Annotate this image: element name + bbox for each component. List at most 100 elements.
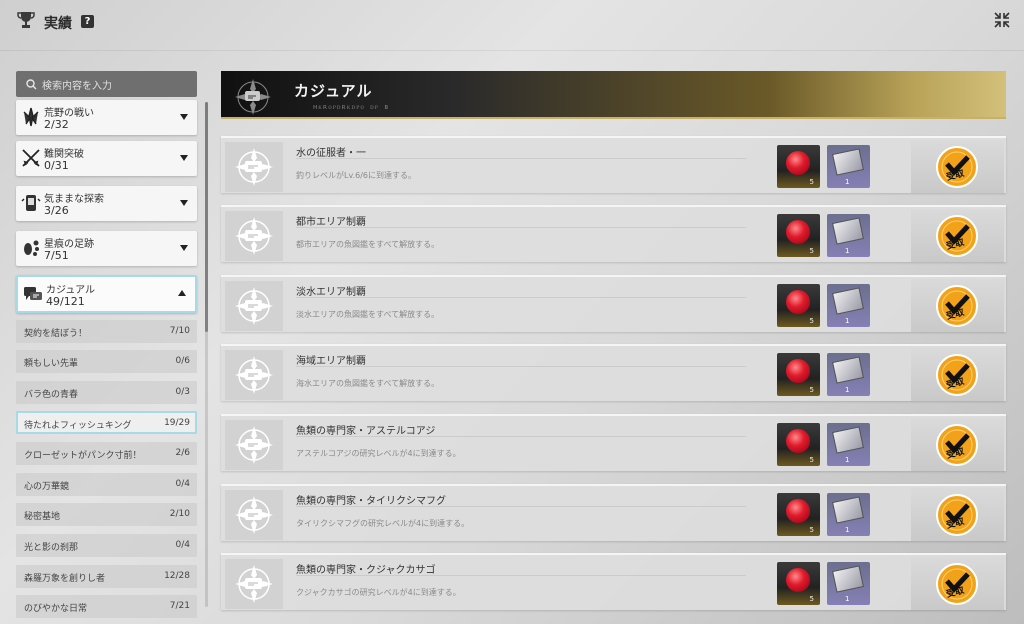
ticket-icon <box>832 287 864 315</box>
ticket-icon <box>832 356 864 384</box>
achievement-description: アステルコアジの研究レベルが4に到達する。 <box>296 449 461 458</box>
claim-button[interactable]: 受取 <box>911 418 1004 471</box>
banner-subtitle: ʜᴋʀᴏᴘᴅʀᴋᴅᴘᴏ ᴅᴘ ʙ <box>313 103 390 111</box>
chevron-down-icon <box>180 114 188 120</box>
banner-underline <box>221 117 1006 119</box>
reward-quantity: 5 <box>809 386 814 394</box>
achievement-icon-frame <box>225 281 283 331</box>
achievement-name: 水の征服者・一 <box>296 148 366 159</box>
red-gem-icon <box>786 151 810 175</box>
subcategory-count: 12/28 <box>164 571 190 581</box>
category-count: 0/31 <box>44 159 69 172</box>
claim-button[interactable]: 受取 <box>911 557 1004 610</box>
subcategory-name: 森羅万象を創りし者 <box>24 574 106 584</box>
achievement-divider <box>296 366 746 367</box>
subcategory-count: 0/6 <box>175 356 190 366</box>
claim-button[interactable]: 受取 <box>911 348 1004 401</box>
chevron-up-icon <box>178 290 186 296</box>
search-input[interactable]: 検索内容を入力 <box>16 71 197 97</box>
reward-gem[interactable]: 5 <box>777 562 820 605</box>
category-count: 49/121 <box>46 295 85 308</box>
subcategory-item[interactable]: のびやかな日常 7/21 <box>16 595 197 618</box>
subcategory-count: 2/6 <box>175 448 190 458</box>
reward-gem[interactable]: 5 <box>777 423 820 466</box>
reward-ticket[interactable]: 1 <box>827 145 870 188</box>
category-count: 2/32 <box>44 118 69 131</box>
achievement-icon-frame <box>225 211 283 261</box>
category-banner: カジュアル ʜᴋʀᴏᴘᴅʀᴋᴅᴘᴏ ᴅᴘ ʙ <box>221 71 1006 119</box>
category-wilderness-battle[interactable]: 荒野の戦い 2/32 <box>16 100 197 135</box>
chat-emblem-icon <box>235 496 273 534</box>
achievement-name: 海域エリア制覇 <box>296 356 366 367</box>
help-button[interactable]: ? <box>81 15 94 28</box>
subcategory-item[interactable]: 契約を結ぼう！ 7/10 <box>16 320 197 343</box>
achievement-description: 釣りレベルがLv.6/6に到達する。 <box>296 171 416 180</box>
red-gem-icon <box>786 220 810 244</box>
subcategory-item[interactable]: 光と影の刹那 0/4 <box>16 534 197 557</box>
category-name: 荒野の戦い <box>44 108 94 119</box>
category-name: 難関突破 <box>44 149 84 160</box>
reward-ticket[interactable]: 1 <box>827 493 870 536</box>
achievement-description: 海水エリアの魚図鑑をすべて解放する。 <box>296 379 440 388</box>
category-casual[interactable]: カジュアル 49/121 <box>16 275 197 313</box>
search-placeholder: 検索内容を入力 <box>42 80 112 92</box>
claim-button[interactable]: 受取 <box>911 488 1004 541</box>
category-exploration[interactable]: 気ままな探索 3/26 <box>16 186 197 221</box>
reward-quantity: 1 <box>845 178 850 186</box>
category-breakthrough[interactable]: 難関突破 0/31 <box>16 141 197 176</box>
reward-gem[interactable]: 5 <box>777 214 820 257</box>
search-icon <box>26 78 37 89</box>
red-gem-icon <box>786 359 810 383</box>
reward-quantity: 1 <box>845 317 850 325</box>
reward-gem[interactable]: 5 <box>777 493 820 536</box>
reward-quantity: 5 <box>809 595 814 603</box>
subcategory-item[interactable]: クローゼットがパンク寸前！ 2/6 <box>16 442 197 465</box>
subcategory-item[interactable]: バラ色の青春 0/3 <box>16 381 197 404</box>
subcategory-count: 0/3 <box>175 387 190 397</box>
subcategory-item-selected[interactable]: 待たれよフィッシュキング 19/29 <box>16 411 197 434</box>
chevron-down-icon <box>180 200 188 206</box>
subcategory-name: のびやかな日常 <box>24 604 88 614</box>
achievement-row: 魚類の専門家・アステルコアジ アステルコアジの研究レベルが4に到達する。 5 1… <box>221 414 1006 471</box>
category-star-footprints[interactable]: 星痕の足跡 7/51 <box>16 231 197 266</box>
subcategory-item[interactable]: 頼もしい先輩 0/6 <box>16 350 197 373</box>
category-count: 3/26 <box>44 204 69 217</box>
subcategory-count: 0/4 <box>175 479 190 489</box>
reward-gem[interactable]: 5 <box>777 353 820 396</box>
ticket-icon <box>832 496 864 524</box>
reward-ticket[interactable]: 1 <box>827 284 870 327</box>
reward-ticket[interactable]: 1 <box>827 353 870 396</box>
category-name: 星痕の足跡 <box>44 239 94 250</box>
red-gem-icon <box>786 429 810 453</box>
claim-button[interactable]: 受取 <box>911 209 1004 262</box>
achievement-icon-frame <box>225 559 283 609</box>
achievement-icon-frame <box>225 420 283 470</box>
sidebar-scrollbar-thumb[interactable] <box>205 102 208 332</box>
claim-button[interactable]: 受取 <box>911 279 1004 332</box>
subcategory-item[interactable]: 森羅万象を創りし者 12/28 <box>16 565 197 588</box>
subcategory-count: 2/10 <box>169 509 190 519</box>
reward-gem[interactable]: 5 <box>777 284 820 327</box>
reward-ticket[interactable]: 1 <box>827 562 870 605</box>
subcategory-name: 待たれよフィッシュキング <box>24 421 132 431</box>
reward-ticket[interactable]: 1 <box>827 423 870 466</box>
reward-ticket[interactable]: 1 <box>827 214 870 257</box>
achievement-description: 淡水エリアの魚図鑑をすべて解放する。 <box>296 310 440 319</box>
achievement-divider <box>296 297 746 298</box>
subcategory-name: 秘密基地 <box>24 512 61 522</box>
subcategory-count: 7/10 <box>169 326 190 336</box>
subcategory-item[interactable]: 心の万華鏡 0/4 <box>16 473 197 496</box>
achievement-row: 水の征服者・一 釣りレベルがLv.6/6に到達する。 5 1 受取 <box>221 136 1006 193</box>
reward-gem[interactable]: 5 <box>777 145 820 188</box>
claim-button[interactable]: 受取 <box>911 140 1004 193</box>
category-name: 気ままな探索 <box>44 194 104 205</box>
chevron-down-icon <box>180 155 188 161</box>
achievement-row: 魚類の専門家・クジャクカサゴ クジャクカサゴの研究レベルが4に到達する。 5 1… <box>221 553 1006 610</box>
ticket-icon <box>832 565 864 593</box>
close-icon[interactable] <box>992 10 1012 30</box>
category-count: 7/51 <box>44 249 69 262</box>
achievement-description: タイリクシマフグの研究レベルが4に到達する。 <box>296 519 470 528</box>
chat-emblem-icon <box>235 356 273 394</box>
subcategory-item[interactable]: 秘密基地 2/10 <box>16 503 197 526</box>
achievement-name: 魚類の専門家・アステルコアジ <box>296 426 436 437</box>
